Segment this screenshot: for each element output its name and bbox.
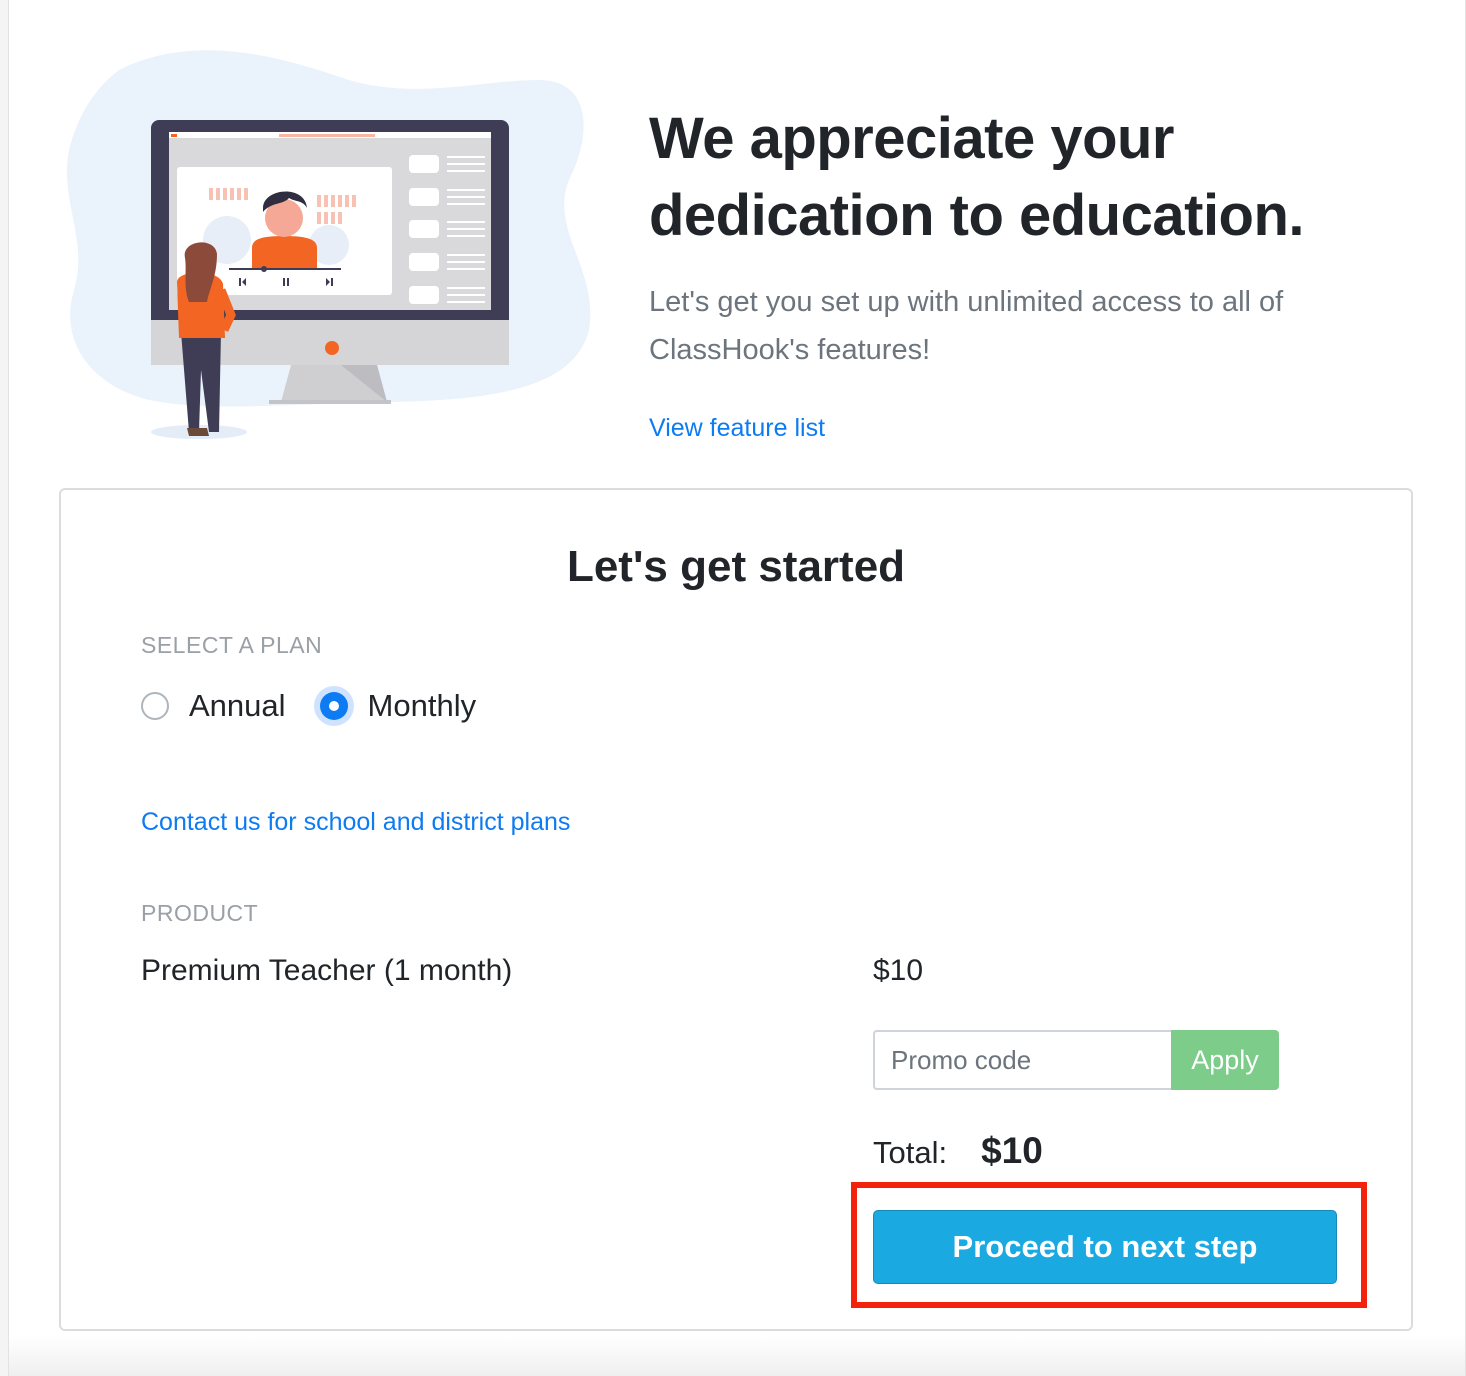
card-title: Let's get started (566, 542, 906, 591)
hero-subtitle-line1: Let's get you set up with unlimited acce… (649, 286, 1284, 318)
hero-subtitle: Let's get you set up with unlimited acce… (649, 278, 1429, 374)
total-label: Total: (873, 1135, 948, 1170)
hero-illustration (66, 50, 591, 439)
promo-code-group: Apply (873, 1030, 1279, 1090)
product-label: PRODUCT (141, 900, 259, 926)
total-row: Total: $10 (873, 1130, 1043, 1172)
select-plan-label: SELECT A PLAN (141, 632, 323, 658)
page-bottom-shade (9, 1336, 1465, 1376)
monthly-radio-label[interactable]: Monthly (368, 688, 477, 724)
hero-subtitle-line2: ClassHook's features! (649, 334, 931, 366)
product-name: Premium Teacher (1 month) (141, 954, 513, 987)
signup-card: Let's get started SELECT A PLAN Annual M… (59, 488, 1413, 1331)
hero-title: We appreciate your dedication to educati… (649, 100, 1429, 254)
total-value: $10 (981, 1130, 1043, 1171)
promo-code-input[interactable] (873, 1030, 1171, 1090)
plan-option-annual[interactable]: Annual (141, 688, 286, 724)
plan-radio-group: Annual Monthly (141, 682, 510, 730)
hero-text: We appreciate your dedication to educati… (649, 100, 1429, 443)
annual-radio-label[interactable]: Annual (189, 688, 286, 724)
product-price: $10 (873, 954, 924, 987)
contact-school-plans-link[interactable]: Contact us for school and district plans (141, 808, 570, 837)
hero-title-line1: We appreciate your (649, 106, 1175, 171)
view-feature-list-link[interactable]: View feature list (649, 414, 825, 443)
plan-option-monthly[interactable]: Monthly (319, 688, 477, 724)
page: We appreciate your dedication to educati… (8, 0, 1466, 1376)
monthly-radio[interactable] (319, 692, 348, 720)
annual-radio[interactable] (141, 692, 169, 720)
hero-title-line2: dedication to education. (649, 183, 1305, 248)
apply-promo-button[interactable]: Apply (1171, 1030, 1279, 1090)
proceed-to-next-step-button[interactable]: Proceed to next step (873, 1210, 1337, 1284)
